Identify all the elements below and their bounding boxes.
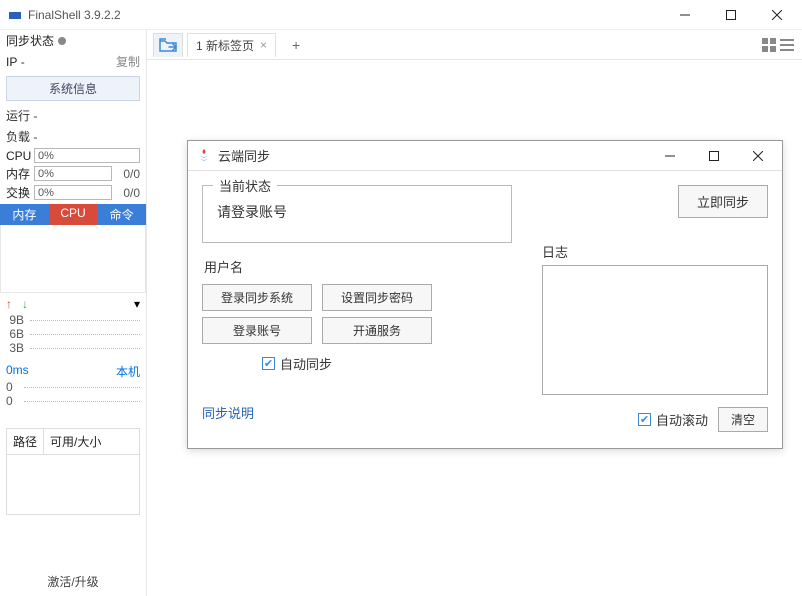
cpu-row: CPU 0% <box>0 147 146 164</box>
swap-row: 交换 0% 0/0 <box>0 183 146 202</box>
host-label[interactable]: 本机 <box>116 363 140 380</box>
running-row: 运行 - <box>0 105 146 126</box>
monitor-graph <box>0 225 146 293</box>
username-label: 用户名 <box>204 257 512 276</box>
latency-row: 0ms 本机 <box>0 359 146 380</box>
swap-side: 0/0 <box>112 186 140 200</box>
tab-command[interactable]: 命令 <box>97 204 146 225</box>
swap-bar: 0% <box>34 185 112 200</box>
tab-cpu[interactable]: CPU <box>49 204 98 225</box>
sync-help-link[interactable]: 同步说明 <box>202 403 512 422</box>
download-icon: ↓ <box>22 297 28 311</box>
tab-item[interactable]: 1 新标签页 × <box>187 33 276 57</box>
net-arrows: ↑ ↓ ▾ <box>0 293 146 313</box>
ip-value: - <box>21 55 25 69</box>
status-fieldset: 当前状态 请登录账号 <box>202 185 512 243</box>
log-label: 日志 <box>542 242 768 261</box>
net-graph: 9B 6B 3B <box>0 313 146 359</box>
running-label: 运行 <box>6 107 30 124</box>
minimize-button[interactable] <box>662 0 708 30</box>
status-legend: 当前状态 <box>213 176 277 195</box>
set-sync-password-button[interactable]: 设置同步密码 <box>322 284 432 311</box>
sidebar: 同步状态 IP - 复制 系统信息 运行 - 负载 - CPU 0% 内存 0%… <box>0 30 147 596</box>
folder-icon <box>159 38 177 52</box>
copy-button[interactable]: 复制 <box>116 53 140 70</box>
dropdown-icon[interactable]: ▾ <box>134 297 140 311</box>
folder-button[interactable] <box>153 33 183 57</box>
app-icon <box>8 8 22 22</box>
open-service-button[interactable]: 开通服务 <box>322 317 432 344</box>
latency-graph: 0 0 <box>0 380 146 408</box>
auto-sync-label: 自动同步 <box>280 354 332 373</box>
view-toggles <box>762 38 802 52</box>
login-account-button[interactable]: 登录账号 <box>202 317 312 344</box>
sync-now-button[interactable]: 立即同步 <box>678 185 768 218</box>
tab-close-icon[interactable]: × <box>260 38 267 52</box>
latency-value: 0ms <box>6 363 29 380</box>
auto-scroll-checkbox[interactable]: ✔ 自动滚动 <box>638 410 708 429</box>
memory-label: 内存 <box>6 165 34 182</box>
upload-icon: ↑ <box>6 297 12 311</box>
memory-bar: 0% <box>34 166 112 181</box>
col-path[interactable]: 路径 <box>7 429 44 454</box>
system-info-button[interactable]: 系统信息 <box>6 76 140 101</box>
app-title: FinalShell 3.9.2.2 <box>28 8 662 22</box>
checkbox-icon: ✔ <box>262 357 275 370</box>
net-tick: 9B <box>6 313 30 327</box>
log-textarea[interactable] <box>542 265 768 395</box>
memory-side: 0/0 <box>112 167 140 181</box>
load-value: - <box>33 130 37 144</box>
cpu-bar: 0% <box>34 148 140 163</box>
ip-label: IP <box>6 55 17 69</box>
status-text: 请登录账号 <box>215 194 499 222</box>
load-label: 负载 <box>6 128 30 145</box>
add-tab-button[interactable]: + <box>288 37 304 53</box>
content-area: 1 新标签页 × + 云端同步 <box>147 30 802 596</box>
dialog-title: 云端同步 <box>218 146 648 165</box>
swap-label: 交换 <box>6 184 34 201</box>
content-body: 云端同步 当前状态 请登录账号 用户名 <box>147 60 802 596</box>
clear-button[interactable]: 清空 <box>718 407 768 432</box>
auto-sync-checkbox[interactable]: ✔ 自动同步 <box>262 354 512 373</box>
disk-table-header: 路径 可用/大小 <box>6 428 140 455</box>
titlebar: FinalShell 3.9.2.2 <box>0 0 802 30</box>
login-sync-button[interactable]: 登录同步系统 <box>202 284 312 311</box>
auto-scroll-label: 自动滚动 <box>656 410 708 429</box>
tab-toolbar: 1 新标签页 × + <box>147 30 802 60</box>
net-tick: 3B <box>6 341 30 355</box>
dialog-maximize-button[interactable] <box>692 142 736 170</box>
tab-memory[interactable]: 内存 <box>0 204 49 225</box>
col-usage[interactable]: 可用/大小 <box>44 429 139 454</box>
lat-tick: 0 <box>6 380 18 394</box>
ip-row: IP - 复制 <box>0 51 146 72</box>
load-row: 负载 - <box>0 126 146 147</box>
activate-link[interactable]: 激活/升级 <box>0 567 146 596</box>
list-view-icon[interactable] <box>780 38 794 52</box>
maximize-button[interactable] <box>708 0 754 30</box>
grid-view-icon[interactable] <box>762 38 776 52</box>
dialog-minimize-button[interactable] <box>648 142 692 170</box>
monitor-tabs: 内存 CPU 命令 <box>0 204 146 225</box>
dialog-close-button[interactable] <box>736 142 780 170</box>
running-value: - <box>33 109 37 123</box>
status-dot-icon <box>58 37 66 45</box>
net-tick: 6B <box>6 327 30 341</box>
close-button[interactable] <box>754 0 800 30</box>
sync-status-label: 同步状态 <box>6 32 54 49</box>
java-icon <box>196 148 212 164</box>
dialog-titlebar[interactable]: 云端同步 <box>188 141 782 171</box>
memory-row: 内存 0% 0/0 <box>0 164 146 183</box>
checkbox-icon: ✔ <box>638 413 651 426</box>
lat-tick: 0 <box>6 394 18 408</box>
window-controls <box>662 0 800 30</box>
cloud-sync-dialog: 云端同步 当前状态 请登录账号 用户名 <box>187 140 783 449</box>
tab-label: 1 新标签页 <box>196 37 254 54</box>
cpu-label: CPU <box>6 149 34 163</box>
disk-table-body <box>6 455 140 515</box>
sync-status-row: 同步状态 <box>0 30 146 51</box>
